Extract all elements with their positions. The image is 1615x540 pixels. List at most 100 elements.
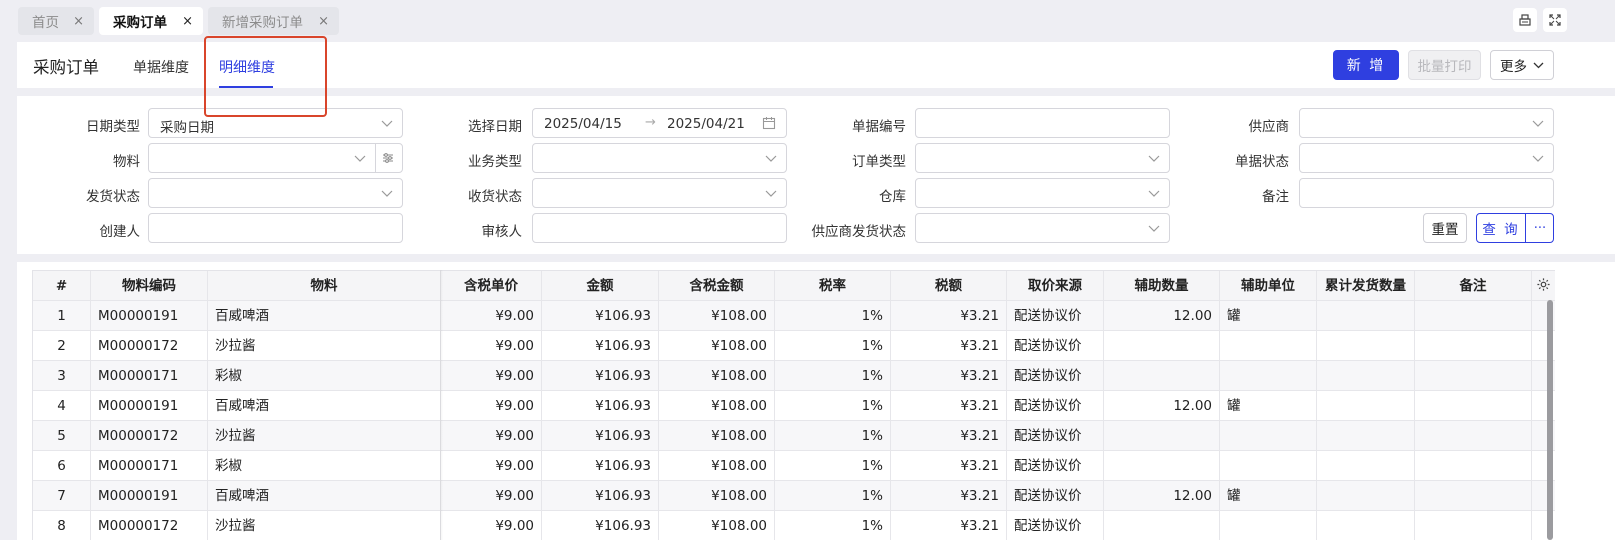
cell-cumulative-shipped-qty xyxy=(1317,451,1415,481)
supplier-select[interactable] xyxy=(1299,108,1554,138)
date-range-picker[interactable]: 2025/04/15 → 2025/04/21 xyxy=(532,108,787,138)
material-select[interactable] xyxy=(148,143,403,173)
cell-remark xyxy=(1415,421,1532,451)
cell-tax-amount: ¥3.21 xyxy=(891,481,1007,511)
column-header-price-source: 取价来源 xyxy=(1007,271,1104,301)
cell-remark xyxy=(1415,361,1532,391)
more-button[interactable]: 更多 xyxy=(1490,50,1554,80)
remark-label: 备注 xyxy=(1262,189,1289,205)
cell-index: 7 xyxy=(33,481,91,511)
cell-cumulative-shipped-qty xyxy=(1317,301,1415,331)
cell-material: 彩椒 xyxy=(208,451,441,481)
table-row[interactable]: 3 M00000171 彩椒 ¥9.00 ¥106.93 ¥108.00 1% ¥3.21 配送… xyxy=(33,361,1555,391)
column-header-amount: 金额 xyxy=(542,271,659,301)
cell-cumulative-shipped-qty xyxy=(1317,421,1415,451)
tab-document-view[interactable]: 单据维度 xyxy=(133,57,189,77)
table-row[interactable]: 6 M00000171 彩椒 ¥9.00 ¥106.93 ¥108.00 1% ¥3.21 配送… xyxy=(33,451,1555,481)
chevron-down-icon xyxy=(1148,190,1160,197)
cell-amount: ¥106.93 xyxy=(542,511,659,540)
cell-index: 2 xyxy=(33,331,91,361)
order-type-select[interactable] xyxy=(915,143,1170,173)
cell-tax-amount: ¥3.21 xyxy=(891,451,1007,481)
cell-material: 百威啤酒 xyxy=(208,301,441,331)
cell-amount: ¥106.93 xyxy=(542,481,659,511)
batch-print-button[interactable]: 批量打印 xyxy=(1408,50,1481,80)
more-options-icon[interactable]: ··· xyxy=(1526,214,1554,242)
close-icon[interactable]: × xyxy=(182,14,193,29)
cell-aux-qty: 12.00 xyxy=(1104,481,1220,511)
cell-unit-price-tax: ¥9.00 xyxy=(441,421,542,451)
table-row[interactable]: 5 M00000172 沙拉酱 ¥9.00 ¥106.93 ¥108.00 1% ¥3.21 配… xyxy=(33,421,1555,451)
table-row[interactable]: 4 M00000191 百威啤酒 ¥9.00 ¥106.93 ¥108.00 1% ¥3.21… xyxy=(33,391,1555,421)
column-header-cumulative-shipped-qty: 累计发货数量 xyxy=(1317,271,1415,301)
divider xyxy=(375,144,376,172)
reset-button[interactable]: 重置 xyxy=(1423,213,1467,243)
vertical-scrollbar[interactable] xyxy=(1547,300,1553,540)
cell-remark xyxy=(1415,391,1532,421)
tab-label: 首页 xyxy=(32,15,59,31)
table-row[interactable]: 2 M00000172 沙拉酱 ¥9.00 ¥106.93 ¥108.00 1% ¥3.21 配… xyxy=(33,331,1555,361)
cell-index: 4 xyxy=(33,391,91,421)
remark-input[interactable] xyxy=(1299,178,1554,208)
auditor-input[interactable] xyxy=(532,213,787,243)
creator-input[interactable] xyxy=(148,213,403,243)
table-row[interactable]: 8 M00000172 沙拉酱 ¥9.00 ¥106.93 ¥108.00 1% ¥3.21 配… xyxy=(33,511,1555,540)
material-label: 物料 xyxy=(113,154,140,170)
cell-aux-qty xyxy=(1104,331,1220,361)
tab-new-purchase-order[interactable]: 新增采购订单 × xyxy=(208,7,339,35)
printer-icon[interactable] xyxy=(1513,8,1537,32)
cell-index: 6 xyxy=(33,451,91,481)
supplier-ship-status-label: 供应商发货状态 xyxy=(811,224,907,240)
arrow-right-icon: → xyxy=(645,115,656,130)
gear-icon[interactable] xyxy=(1536,277,1551,292)
recv-status-select[interactable] xyxy=(532,178,787,208)
query-button[interactable]: 查 询 xyxy=(1477,214,1525,242)
table-header: # 物料编码 物料 含税单价 金额 含税金额 税率 税额 取价来源 辅助数量 辅助单位 累计发货数量备… xyxy=(33,271,1555,301)
doc-no-input[interactable] xyxy=(915,108,1170,138)
add-button[interactable]: 新 增 xyxy=(1333,50,1399,80)
cell-aux-unit xyxy=(1220,421,1317,451)
close-icon[interactable]: × xyxy=(73,14,84,29)
cell-material-code: M00000191 xyxy=(91,391,208,421)
close-icon[interactable]: × xyxy=(318,14,329,29)
cell-cumulative-shipped-qty xyxy=(1317,391,1415,421)
cell-unit-price-tax: ¥9.00 xyxy=(441,391,542,421)
cell-material: 百威啤酒 xyxy=(208,391,441,421)
table-row[interactable]: 1 M00000191 百威啤酒 ¥9.00 ¥106.93 ¥108.00 1% ¥3.21… xyxy=(33,301,1555,331)
supplier-ship-status-select[interactable] xyxy=(915,213,1170,243)
cell-tax-rate: 1% xyxy=(775,361,891,391)
tab-label: 采购订单 xyxy=(113,15,167,31)
cell-tax-rate: 1% xyxy=(775,391,891,421)
cell-remark xyxy=(1415,481,1532,511)
column-header-unit-price-tax: 含税单价 xyxy=(441,271,542,301)
cell-material-code: M00000191 xyxy=(91,301,208,331)
doc-status-select[interactable] xyxy=(1299,143,1554,173)
order-type-label: 订单类型 xyxy=(852,154,906,170)
chevron-down-icon xyxy=(1148,225,1160,232)
cell-material-code: M00000171 xyxy=(91,361,208,391)
cell-aux-unit: 罐 xyxy=(1220,391,1317,421)
warehouse-select[interactable] xyxy=(915,178,1170,208)
cell-amount: ¥106.93 xyxy=(542,361,659,391)
cell-remark xyxy=(1415,301,1532,331)
column-header-aux-unit: 辅助单位 xyxy=(1220,271,1317,301)
cell-tax-rate: 1% xyxy=(775,481,891,511)
cell-aux-unit xyxy=(1220,451,1317,481)
chevron-down-icon xyxy=(1148,155,1160,162)
recv-status-label: 收货状态 xyxy=(468,189,522,205)
biz-type-select[interactable] xyxy=(532,143,787,173)
date-type-label: 日期类型 xyxy=(86,119,140,135)
filter-settings-icon[interactable] xyxy=(381,151,395,165)
cell-remark xyxy=(1415,331,1532,361)
ship-status-select[interactable] xyxy=(148,178,403,208)
tab-home[interactable]: 首页 × xyxy=(18,7,94,35)
table-row[interactable]: 7 M00000191 百威啤酒 ¥9.00 ¥106.93 ¥108.00 1% ¥3.21… xyxy=(33,481,1555,511)
cell-amount-with-tax: ¥108.00 xyxy=(659,421,775,451)
cell-amount-with-tax: ¥108.00 xyxy=(659,361,775,391)
chevron-down-icon xyxy=(381,190,393,197)
cell-material-code: M00000172 xyxy=(91,421,208,451)
column-header-tax-rate: 税率 xyxy=(775,271,891,301)
cell-tax-amount: ¥3.21 xyxy=(891,361,1007,391)
fullscreen-icon[interactable] xyxy=(1543,8,1567,32)
tab-purchase-order[interactable]: 采购订单 × xyxy=(99,7,203,35)
